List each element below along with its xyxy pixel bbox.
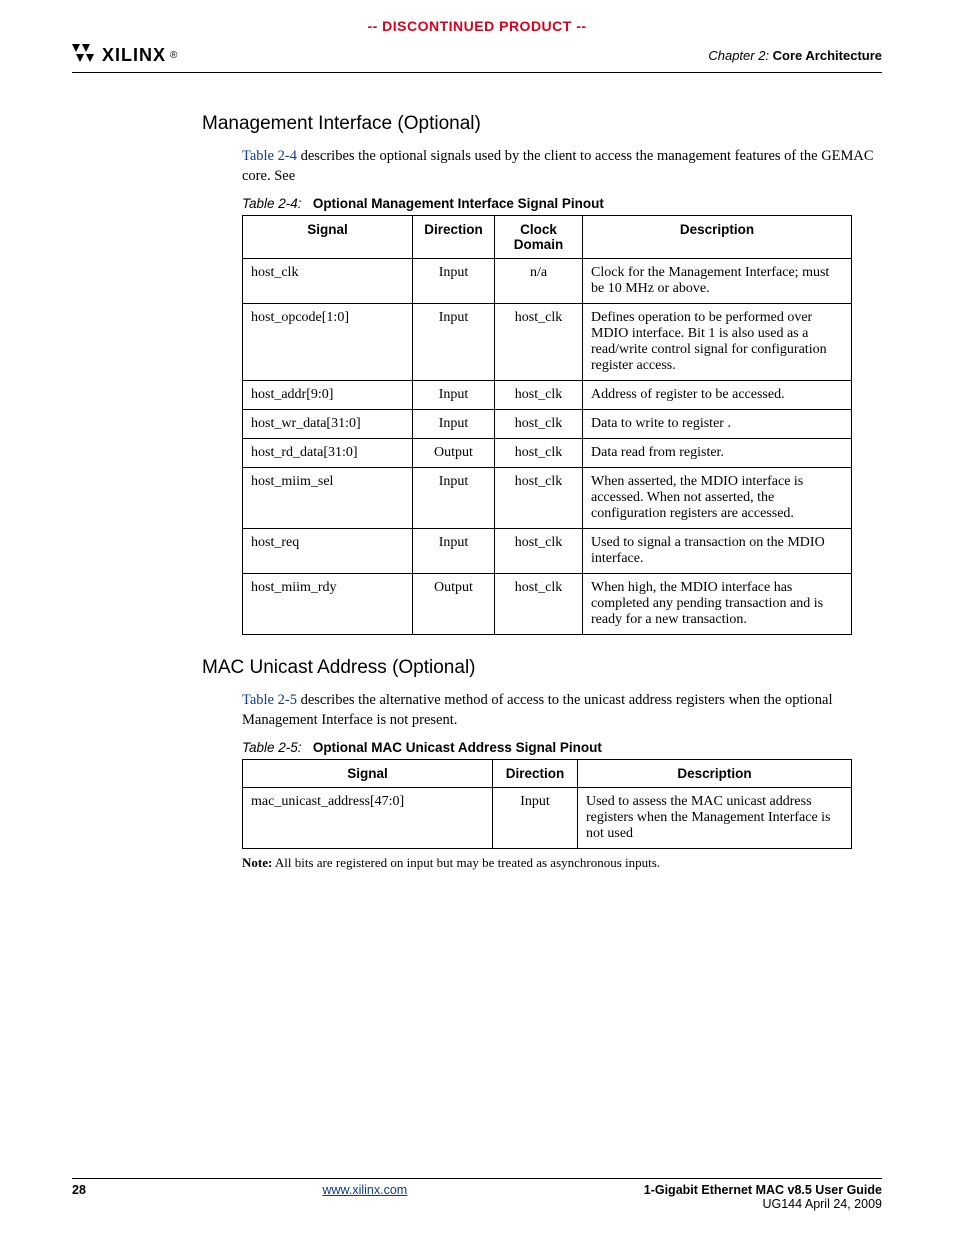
table-row: host_wr_data[31:0]Inputhost_clkData to w…: [243, 410, 852, 439]
cell-description: Used to signal a transaction on the MDIO…: [583, 529, 852, 574]
chapter-prefix: Chapter 2:: [708, 48, 769, 63]
cell-clock: host_clk: [495, 304, 583, 381]
page-footer: 28 www.xilinx.com 1-Gigabit Ethernet MAC…: [72, 1183, 882, 1211]
col-clock-domain: Clock Domain: [495, 216, 583, 259]
col-direction: Direction: [493, 760, 578, 788]
cell-signal: host_miim_rdy: [243, 574, 413, 635]
logo-brand-text: XILINX: [102, 45, 166, 66]
cell-description: Defines operation to be performed over M…: [583, 304, 852, 381]
cell-signal: host_req: [243, 529, 413, 574]
cell-clock: n/a: [495, 259, 583, 304]
section-heading-mac: MAC Unicast Address (Optional): [202, 657, 882, 679]
table-2-4: Signal Direction Clock Domain Descriptio…: [242, 215, 852, 635]
col-direction: Direction: [413, 216, 495, 259]
section1-paragraph-rest: describes the optional signals used by t…: [242, 148, 874, 184]
cell-direction: Output: [413, 574, 495, 635]
cell-description: When asserted, the MDIO interface is acc…: [583, 468, 852, 529]
cell-clock: host_clk: [495, 410, 583, 439]
table-2-4-title: Optional Management Interface Signal Pin…: [313, 196, 604, 211]
table-row: host_miim_rdyOutputhost_clkWhen high, th…: [243, 574, 852, 635]
cell-signal: mac_unicast_address[47:0]: [243, 788, 493, 849]
cell-clock: host_clk: [495, 439, 583, 468]
col-description: Description: [578, 760, 852, 788]
table-2-5-link[interactable]: Table 2-5: [242, 692, 297, 708]
cell-signal: host_clk: [243, 259, 413, 304]
page-header: XILINX ® Chapter 2: Core Architecture: [72, 44, 882, 73]
table-2-5-title: Optional MAC Unicast Address Signal Pino…: [313, 740, 602, 755]
cell-signal: host_opcode[1:0]: [243, 304, 413, 381]
cell-signal: host_miim_sel: [243, 468, 413, 529]
cell-direction: Input: [413, 468, 495, 529]
section1-paragraph: Table 2-4 describes the optional signals…: [242, 147, 882, 186]
col-signal: Signal: [243, 216, 413, 259]
footer-rule: [72, 1178, 882, 1179]
cell-description: Address of register to be accessed.: [583, 381, 852, 410]
table-2-5: Signal Direction Description mac_unicast…: [242, 759, 852, 849]
cell-clock: host_clk: [495, 381, 583, 410]
footer-guide-title: 1-Gigabit Ethernet MAC v8.5 User Guide: [644, 1183, 882, 1197]
cell-direction: Input: [413, 410, 495, 439]
cell-direction: Input: [413, 529, 495, 574]
cell-direction: Input: [413, 381, 495, 410]
table-header-row: Signal Direction Clock Domain Descriptio…: [243, 216, 852, 259]
section2-paragraph-rest: describes the alternative method of acce…: [242, 692, 832, 728]
table-row: mac_unicast_address[47:0] Input Used to …: [243, 788, 852, 849]
table-row: host_miim_selInputhost_clkWhen asserted,…: [243, 468, 852, 529]
cell-description: Data read from register.: [583, 439, 852, 468]
cell-signal: host_wr_data[31:0]: [243, 410, 413, 439]
table-row: host_reqInputhost_clkUsed to signal a tr…: [243, 529, 852, 574]
table-2-5-number: Table 2-5:: [242, 740, 302, 755]
table-row: host_rd_data[31:0]Outputhost_clkData rea…: [243, 439, 852, 468]
cell-clock: host_clk: [495, 574, 583, 635]
footer-docid: UG144 April 24, 2009: [644, 1197, 882, 1211]
footer-url[interactable]: www.xilinx.com: [86, 1183, 644, 1197]
cell-direction: Input: [413, 304, 495, 381]
table-row: host_opcode[1:0]Inputhost_clkDefines ope…: [243, 304, 852, 381]
table-2-4-caption: Table 2-4: Optional Management Interface…: [242, 196, 882, 211]
xilinx-logo-icon: [72, 44, 98, 66]
table-2-4-number: Table 2-4:: [242, 196, 302, 211]
col-description: Description: [583, 216, 852, 259]
cell-description: When high, the MDIO interface has comple…: [583, 574, 852, 635]
section2-paragraph: Table 2-5 describes the alternative meth…: [242, 691, 882, 730]
table-header-row: Signal Direction Description: [243, 760, 852, 788]
cell-signal: host_rd_data[31:0]: [243, 439, 413, 468]
cell-clock: host_clk: [495, 529, 583, 574]
table-row: host_addr[9:0]Inputhost_clkAddress of re…: [243, 381, 852, 410]
table-2-5-note: Note: All bits are registered on input b…: [242, 855, 882, 871]
discontinued-banner: -- DISCONTINUED PRODUCT --: [72, 18, 882, 34]
cell-clock: host_clk: [495, 468, 583, 529]
table-2-4-link[interactable]: Table 2-4: [242, 148, 297, 164]
chapter-title: Core Architecture: [773, 48, 882, 63]
table-2-5-caption: Table 2-5: Optional MAC Unicast Address …: [242, 740, 882, 755]
cell-direction: Input: [493, 788, 578, 849]
cell-description: Clock for the Management Interface; must…: [583, 259, 852, 304]
cell-description: Data to write to register .: [583, 410, 852, 439]
cell-signal: host_addr[9:0]: [243, 381, 413, 410]
table-row: host_clkInputn/aClock for the Management…: [243, 259, 852, 304]
section-heading-management: Management Interface (Optional): [202, 113, 882, 135]
chapter-breadcrumb: Chapter 2: Core Architecture: [708, 48, 882, 63]
logo-registered: ®: [170, 50, 177, 61]
cell-direction: Output: [413, 439, 495, 468]
xilinx-logo: XILINX ®: [72, 44, 177, 66]
cell-direction: Input: [413, 259, 495, 304]
note-text: All bits are registered on input but may…: [272, 855, 660, 870]
cell-description: Used to assess the MAC unicast address r…: [578, 788, 852, 849]
page-number: 28: [72, 1183, 86, 1197]
col-signal: Signal: [243, 760, 493, 788]
note-label: Note:: [242, 855, 272, 870]
